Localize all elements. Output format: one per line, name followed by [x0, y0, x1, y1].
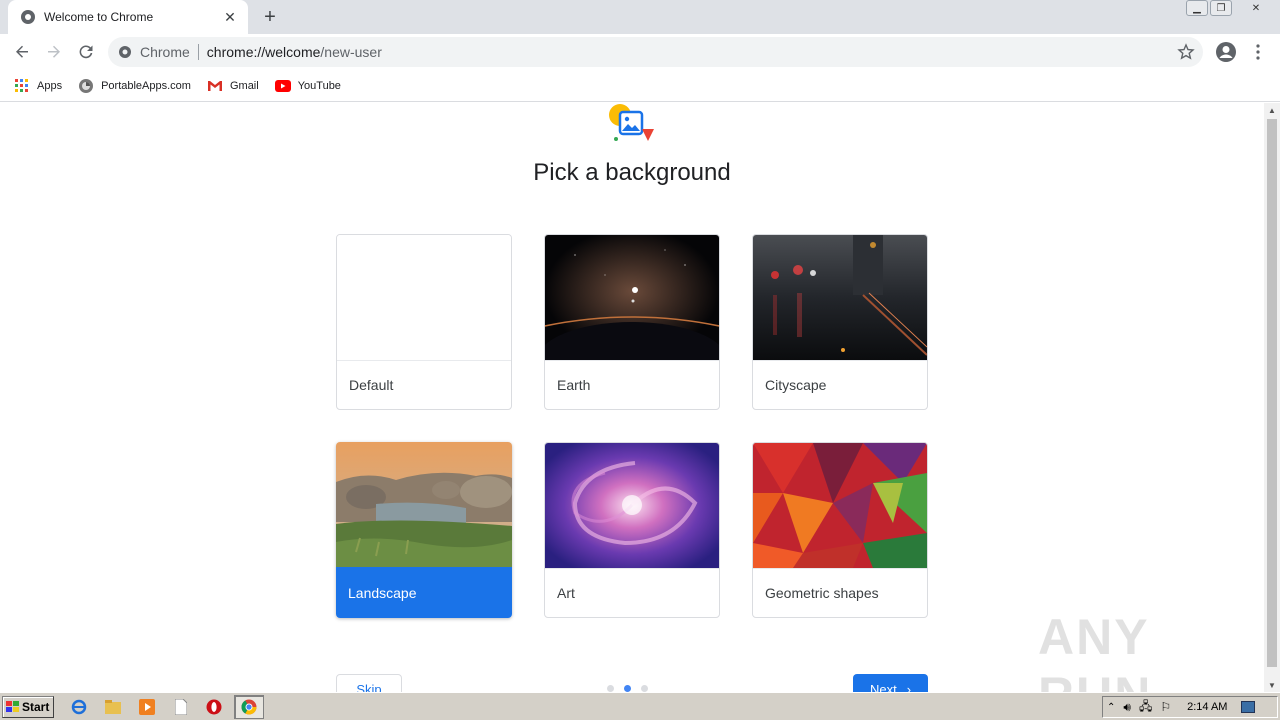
bookmark-star-icon[interactable] [1174, 40, 1198, 64]
tab-strip: Welcome to Chrome ✕ + ▁ ❐ ✕ [0, 0, 1280, 34]
bookmark-portableapps[interactable]: PortableApps.com [78, 78, 191, 94]
bookmark-label: YouTube [297, 79, 341, 92]
bookmarks-bar: Apps PortableApps.com Gmail YouTube [0, 70, 1280, 102]
background-card-landscape[interactable]: Landscape [336, 442, 512, 618]
blank-document-icon[interactable] [172, 698, 190, 716]
background-preview [545, 443, 719, 568]
url-host: chrome://welcome [206, 44, 321, 60]
page-title: Pick a background [533, 159, 731, 186]
windows-logo-icon [6, 701, 19, 712]
minimize-icon[interactable]: ▁ [1186, 0, 1208, 16]
back-icon[interactable] [10, 40, 34, 64]
background-preview [337, 235, 511, 360]
background-preview [336, 442, 512, 567]
step-dot [607, 685, 614, 692]
background-preview [753, 443, 927, 568]
background-card-default[interactable]: Default [336, 234, 512, 410]
url-path: /new-user [320, 44, 382, 60]
background-preview [545, 235, 719, 360]
page-scrollbar[interactable]: ▲ ▼ [1264, 103, 1280, 692]
tab-title: Welcome to Chrome [44, 10, 154, 24]
bookmark-label: Apps [37, 79, 63, 92]
step-dot-active [624, 685, 631, 692]
chrome-info-icon[interactable] [118, 45, 132, 59]
background-card-geometric-shapes[interactable]: Geometric shapes [752, 442, 928, 618]
media-player-icon[interactable] [138, 698, 156, 716]
youtube-icon [274, 78, 291, 94]
background-picker-icon [609, 104, 654, 141]
welcome-page: Pick a background Default Earth Cityscap… [0, 103, 1264, 692]
volume-icon[interactable]: 🔊︎ [1123, 700, 1131, 715]
background-card-cityscape[interactable]: Cityscape [752, 234, 928, 410]
action-center-flag-icon[interactable]: ⚐ [1160, 700, 1171, 714]
background-label: Cityscape [753, 360, 927, 409]
chrome-icon [240, 698, 258, 716]
address-bar[interactable]: Chrome chrome://welcome/new-user [108, 37, 1203, 67]
background-card-earth[interactable]: Earth [544, 234, 720, 410]
chrome-globe-icon [21, 10, 35, 24]
system-tray: ⌃ 🔊︎ 🖧 ⚐ 2:14 AM [1102, 696, 1278, 718]
bookmark-label: PortableApps.com [101, 79, 191, 92]
show-desktop-icon[interactable] [1241, 701, 1256, 713]
watermark-text: ANY RUN [1038, 609, 1150, 692]
tab-welcome[interactable]: Welcome to Chrome ✕ [8, 0, 248, 34]
secure-label: Chrome [140, 44, 190, 60]
browser-toolbar: Chrome chrome://welcome/new-user [0, 34, 1280, 70]
start-label: Start [22, 700, 50, 714]
skip-button[interactable]: Skip [336, 674, 402, 692]
background-label: Geometric shapes [753, 568, 927, 617]
window-close-icon[interactable]: ✕ [1234, 0, 1278, 16]
scroll-up-icon[interactable]: ▲ [1264, 103, 1280, 117]
bookmark-label: Gmail [229, 79, 259, 92]
forward-icon[interactable] [42, 40, 66, 64]
tab-close-icon[interactable]: ✕ [222, 9, 238, 25]
background-label: Default [337, 360, 511, 409]
background-label: Art [545, 568, 719, 617]
next-button[interactable]: Next › [853, 674, 928, 692]
step-dot [641, 685, 648, 692]
background-label: Landscape [336, 567, 512, 618]
background-preview [753, 235, 927, 360]
scroll-down-icon[interactable]: ▼ [1264, 678, 1280, 692]
omnibox-separator [197, 44, 199, 60]
background-card-art[interactable]: Art [544, 442, 720, 618]
background-label: Earth [545, 360, 719, 409]
scroll-thumb[interactable] [1267, 119, 1277, 667]
profile-avatar-icon[interactable] [1214, 40, 1238, 64]
start-button[interactable]: Start [2, 696, 54, 718]
reload-icon[interactable] [74, 40, 98, 64]
url-text: chrome://welcome/new-user [207, 44, 382, 60]
file-explorer-icon[interactable] [104, 698, 122, 716]
menu-kebab-icon[interactable] [1246, 40, 1270, 64]
window-controls: ▁ ❐ ✕ [1186, 0, 1278, 16]
next-label: Next [869, 681, 897, 693]
network-icon[interactable]: 🖧 [1139, 697, 1152, 718]
bookmark-apps[interactable]: Apps [14, 78, 62, 94]
new-tab-button[interactable]: + [258, 6, 282, 28]
restore-icon[interactable]: ❐ [1210, 0, 1232, 16]
apps-grid-icon [14, 78, 30, 94]
windows-taskbar: Start ⌃ 🔊︎ 🖧 ⚐ 2:14 AM [0, 692, 1280, 720]
step-indicator [607, 685, 648, 692]
opera-icon[interactable] [205, 698, 223, 716]
chevron-right-icon: › [906, 681, 912, 693]
taskbar-clock[interactable]: 2:14 AM [1187, 701, 1227, 713]
bookmark-youtube[interactable]: YouTube [274, 78, 341, 94]
tray-expand-icon[interactable]: ⌃ [1107, 702, 1115, 713]
gmail-icon [207, 78, 223, 94]
bookmark-gmail[interactable]: Gmail [207, 78, 259, 94]
internet-explorer-icon[interactable] [70, 698, 88, 716]
portableapps-icon [78, 78, 94, 94]
